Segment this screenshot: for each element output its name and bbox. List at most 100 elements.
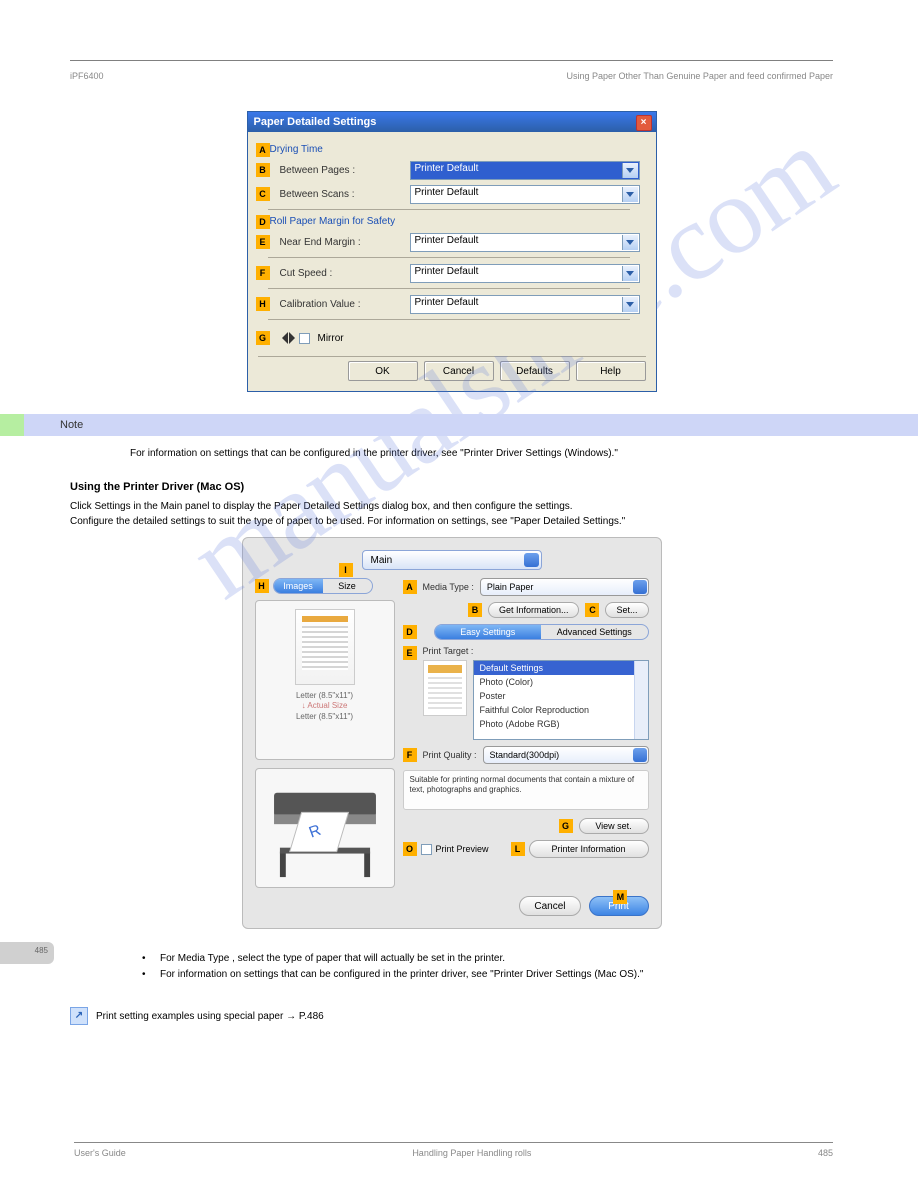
callout-b: B: [256, 163, 270, 177]
macos-line2: Configure the detailed settings to suit …: [70, 514, 833, 529]
tab-advanced-settings[interactable]: Advanced Settings: [541, 625, 648, 639]
mirror-icon: [282, 330, 295, 346]
cut-speed-dropdown[interactable]: Printer Default: [410, 264, 640, 283]
cross-reference-text: Print setting examples using special pap…: [96, 1011, 324, 1022]
list-item[interactable]: Poster: [474, 689, 648, 703]
view-set-button[interactable]: View set.: [579, 818, 649, 834]
set-button[interactable]: Set...: [605, 602, 648, 618]
header-right: Using Paper Other Than Genuine Paper and…: [567, 71, 834, 81]
mac-cancel-button[interactable]: Cancel: [519, 896, 580, 916]
callout-mac-g: G: [559, 819, 573, 833]
calibration-label: Calibration Value :: [280, 299, 410, 310]
between-pages-dropdown[interactable]: Printer Default: [410, 161, 640, 180]
callout-mac-h: H: [255, 579, 269, 593]
callout-g: G: [256, 331, 270, 345]
note-block-2: •For Media Type , select the type of pap…: [70, 949, 833, 985]
plotter-icon: R: [266, 783, 384, 881]
section-drying-time: Drying Time: [270, 144, 640, 155]
callout-mac-l: L: [511, 842, 525, 856]
list-item[interactable]: Photo (Adobe RGB): [474, 717, 648, 731]
footer-right: 485: [818, 1148, 833, 1158]
between-scans-label: Between Scans :: [280, 189, 410, 200]
callout-mac-d: D: [403, 625, 417, 639]
callout-mac-b: B: [468, 603, 482, 617]
tab-size[interactable]: Size: [323, 579, 372, 593]
preview-actual-size: ↓ Actual Size: [262, 701, 388, 711]
images-size-segmented[interactable]: Images Size: [273, 578, 373, 594]
note2-bullet2: For information on settings that can be …: [160, 969, 643, 980]
print-target-listbox[interactable]: Default Settings Photo (Color) Poster Fa…: [473, 660, 649, 740]
mac-print-dialog: Main H Images Size I Letter (8.5"x11") ↓…: [242, 537, 662, 929]
ok-button[interactable]: OK: [348, 361, 418, 381]
callout-mac-f: F: [403, 748, 417, 762]
settings-mode-tabs[interactable]: Easy Settings Advanced Settings: [434, 624, 649, 640]
scrollbar[interactable]: [634, 661, 648, 739]
page-number-badge: 485: [0, 942, 54, 964]
callout-mac-e: E: [403, 646, 417, 660]
callout-h: H: [256, 297, 270, 311]
cancel-button[interactable]: Cancel: [424, 361, 494, 381]
running-header: iPF6400 Using Paper Other Than Genuine P…: [70, 71, 833, 81]
print-preview-checkbox[interactable]: [421, 844, 432, 855]
mirror-checkbox[interactable]: [299, 333, 310, 344]
note-text-1: For information on settings that can be …: [70, 440, 833, 463]
callout-f: F: [256, 266, 270, 280]
macos-line1: Click Settings in the Main panel to disp…: [70, 499, 833, 514]
printer-preview-card: R: [255, 768, 395, 888]
quality-description: Suitable for printing normal documents t…: [403, 770, 649, 810]
calibration-dropdown[interactable]: Printer Default: [410, 295, 640, 314]
page-footer: User's Guide Handling Paper Handling rol…: [74, 1142, 833, 1158]
defaults-button[interactable]: Defaults: [500, 361, 570, 381]
document-icon: [295, 609, 355, 685]
cross-reference-row: ↗ Print setting examples using special p…: [70, 1007, 833, 1025]
macos-heading: Using the Printer Driver (Mac OS): [70, 481, 833, 493]
note-bar-1: Note: [0, 414, 918, 436]
callout-a: A: [256, 143, 270, 157]
note-label-1: Note: [60, 419, 83, 431]
paper-detailed-settings-dialog: Paper Detailed Settings × A Drying Time …: [247, 111, 657, 392]
target-thumbnail-icon: [423, 660, 467, 716]
get-information-button[interactable]: Get Information...: [488, 602, 580, 618]
note2-bullet1: For Media Type , select the type of pape…: [160, 953, 505, 964]
footer-center: Handling Paper Handling rolls: [412, 1148, 531, 1158]
list-item[interactable]: Photo (Color): [474, 675, 648, 689]
help-button[interactable]: Help: [576, 361, 646, 381]
link-icon: ↗: [70, 1007, 88, 1025]
preview-size-1: Letter (8.5"x11"): [262, 691, 388, 701]
main-panel-popup[interactable]: Main: [362, 550, 542, 570]
preview-size-2: Letter (8.5"x11"): [262, 712, 388, 722]
print-quality-label: Print Quality :: [423, 750, 477, 760]
dialog-titlebar[interactable]: Paper Detailed Settings ×: [248, 112, 656, 132]
callout-mac-c: C: [585, 603, 599, 617]
callout-mac-m: M: [613, 890, 627, 904]
close-icon[interactable]: ×: [636, 115, 652, 131]
header-left: iPF6400: [70, 71, 104, 81]
header-divider: [70, 60, 833, 61]
callout-mac-o: O: [403, 842, 417, 856]
callout-d: D: [256, 215, 270, 229]
list-item[interactable]: Faithful Color Reproduction: [474, 703, 648, 717]
print-target-label: Print Target :: [423, 646, 474, 656]
near-end-dropdown[interactable]: Printer Default: [410, 233, 640, 252]
callout-mac-a: A: [403, 580, 417, 594]
tab-images[interactable]: Images: [274, 579, 323, 593]
footer-left: User's Guide: [74, 1148, 126, 1158]
page-preview-card: Letter (8.5"x11") ↓ Actual Size Letter (…: [255, 600, 395, 760]
callout-e: E: [256, 235, 270, 249]
dialog-title: Paper Detailed Settings: [254, 116, 377, 128]
list-item[interactable]: Default Settings: [474, 661, 648, 675]
media-type-dropdown[interactable]: Plain Paper: [480, 578, 649, 596]
print-quality-dropdown[interactable]: Standard(300dpi): [483, 746, 649, 764]
media-type-label: Media Type :: [423, 582, 474, 592]
callout-c: C: [256, 187, 270, 201]
tab-easy-settings[interactable]: Easy Settings: [435, 625, 542, 639]
section-roll-margin: Roll Paper Margin for Safety: [270, 216, 640, 227]
mirror-label: Mirror: [318, 333, 344, 344]
print-preview-label: Print Preview: [436, 844, 489, 854]
cut-speed-label: Cut Speed :: [280, 268, 410, 279]
callout-mac-i: I: [339, 563, 353, 577]
between-scans-dropdown[interactable]: Printer Default: [410, 185, 640, 204]
between-pages-label: Between Pages :: [280, 165, 410, 176]
printer-information-button[interactable]: Printer Information: [529, 840, 649, 858]
near-end-label: Near End Margin :: [280, 237, 410, 248]
